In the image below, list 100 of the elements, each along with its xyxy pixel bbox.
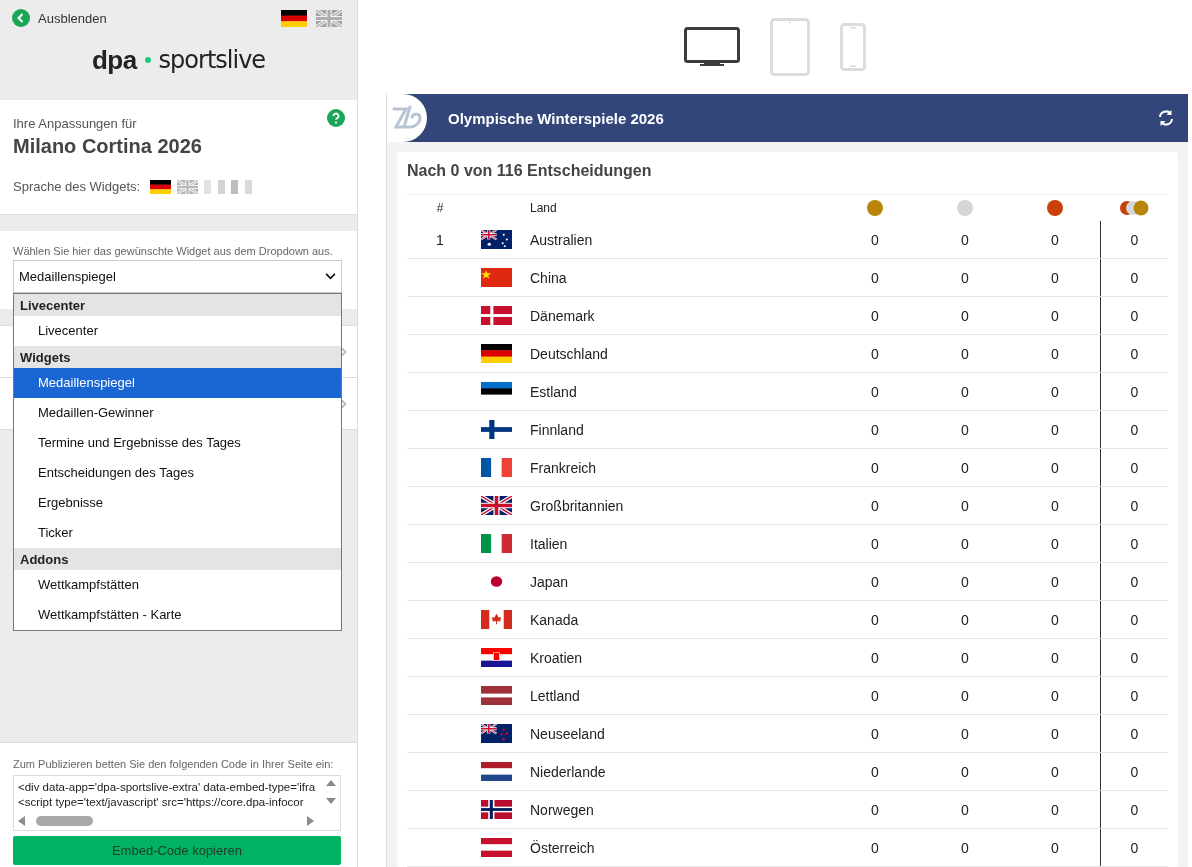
first-place-count-cell-text: 0 [870,459,880,476]
flag-icon [481,534,512,553]
second-place-count-cell-text: 0 [960,611,970,628]
second-place-medal-icon [957,200,973,216]
country-cell-text: Kanada [529,611,580,628]
dropdown-group-label: Widgets [14,346,341,368]
third-place-medal-icon [1047,200,1063,216]
flag-icon [481,800,512,819]
total-cell: 0 [1100,791,1168,828]
column-header: Land [529,201,558,215]
total-cell: 0 [1100,677,1168,714]
total-cell: 0 [1100,525,1168,562]
country-cell-text: Estland [529,383,578,400]
second-place-count-cell-text: 0 [960,497,970,514]
flag-icon [481,610,512,629]
desktop-icon[interactable] [684,27,740,67]
language-flag-icon[interactable] [281,9,307,27]
first-place-count-cell-text: 0 [870,687,880,704]
language-flag-icon[interactable] [150,179,172,194]
country-cell-text: Kroatien [529,649,584,666]
third-place-count-cell-text: 0 [1050,801,1060,818]
first-place-count-cell-text: 0 [870,231,880,248]
first-place-count-cell-text: 0 [870,497,880,514]
second-place-count-cell-text: 0 [960,687,970,704]
first-place-count-cell-text: 0 [870,649,880,666]
rank-cell-text: 1 [435,231,445,248]
widget-select[interactable]: Medaillenspiegel [13,260,342,293]
copy-button[interactable]: Embed-Code kopieren [13,836,341,865]
refresh-icon[interactable] [1156,108,1176,128]
chevron-right-icon[interactable] [341,398,347,409]
second-place-count-cell-text: 0 [960,763,970,780]
second-place-count-cell-text: 0 [960,725,970,742]
second-place-count-cell-text: 0 [960,535,970,552]
country-cell-text: Australien [529,231,594,248]
flag-icon [481,268,512,287]
third-place-count-cell-text: 0 [1050,269,1060,286]
dropdown-option[interactable]: Ergebnisse [14,488,341,518]
widget-hint: Wählen Sie hier das gewünschte Widget aus dem Dropdown aus. [13,245,334,257]
second-place-count-cell-text: 0 [960,421,970,438]
third-place-count-cell-text: 0 [1050,839,1060,856]
help-icon[interactable] [327,109,345,127]
country-cell-text: Frankreich [529,459,598,476]
second-place-count-cell-text: 0 [960,459,970,476]
country-cell-text: Großbritannien [529,497,625,514]
logo: dpa sportslive [91,47,266,73]
embed-hint: Zum Publizieren betten Sie den folgenden Code in Ihrer Seite ein: [13,758,335,770]
hide-button[interactable]: Ausblenden [12,9,107,27]
flag-icon [481,496,512,515]
dropdown-option[interactable]: Termine und Ergebnisse des Tages [14,428,341,458]
second-place-count-cell-text: 0 [960,345,970,362]
third-place-count-cell-text: 0 [1050,421,1060,438]
widget-title: Olympische Winterspiele 2026 [448,109,665,127]
dropdown-option[interactable]: Ticker [14,518,341,548]
third-place-count-cell-text: 0 [1050,459,1060,476]
first-place-count-cell-text: 0 [870,611,880,628]
dropdown-option[interactable]: Wettkampfstätten [14,570,341,600]
dropdown-option[interactable]: Wettkampfstätten - Karte [14,600,341,630]
second-place-count-cell-text: 0 [960,269,970,286]
first-place-count-cell-text: 0 [870,573,880,590]
total-cell: 0 [1100,753,1168,790]
first-place-count-cell-text: 0 [870,307,880,324]
language-placeholder-icon [204,179,255,194]
total-cell: 0 [1100,411,1168,448]
medals-icon [1119,200,1149,216]
embed-code-field[interactable]: <div data-app='dpa-sportslive-extra' data-embed-type='ifra <script type='text/javascript' src='https://core.dpa-infocor [13,775,341,831]
country-cell-text: Österreich [529,839,596,856]
flag-icon [481,648,512,667]
dropdown-option[interactable]: Medaillen-Gewinner [14,398,341,428]
second-place-count-cell-text: 0 [960,307,970,324]
total-cell: 0 [1100,715,1168,752]
total-cell: 0 [1100,601,1168,638]
dropdown-option[interactable]: Livecenter [14,316,341,346]
country-cell-text: Dänemark [529,307,596,324]
chevron-right-icon[interactable] [341,346,347,357]
flag-icon [481,686,512,705]
scrollbar[interactable] [16,814,316,828]
third-place-count-cell-text: 0 [1050,307,1060,324]
first-place-count-cell-text: 0 [870,535,880,552]
second-place-count-cell-text: 0 [960,839,970,856]
total-cell: 0 [1100,221,1168,258]
country-cell-text: Italien [529,535,569,552]
third-place-count-cell-text: 0 [1050,383,1060,400]
third-place-count-cell-text: 0 [1050,687,1060,704]
dropdown-option[interactable]: Entscheidungen des Tages [14,458,341,488]
dropdown-group-label: Livecenter [14,294,341,316]
first-place-count-cell-text: 0 [870,801,880,818]
chevron-down-icon [325,273,336,280]
first-place-count-cell-text: 0 [870,763,880,780]
third-place-count-cell-text: 0 [1050,763,1060,780]
third-place-count-cell-text: 0 [1050,535,1060,552]
first-place-count-cell-text: 0 [870,345,880,362]
customize-label: Ihre Anpassungen für [13,116,137,131]
dropdown-option[interactable]: Medaillenspiegel [14,368,341,398]
second-place-count-cell-text: 0 [960,801,970,818]
flag-icon [481,420,512,439]
third-place-count-cell-text: 0 [1050,497,1060,514]
back-icon [12,9,30,27]
country-cell-text: China [529,269,568,286]
second-place-count-cell-text: 0 [960,649,970,666]
third-place-count-cell-text: 0 [1050,231,1060,248]
